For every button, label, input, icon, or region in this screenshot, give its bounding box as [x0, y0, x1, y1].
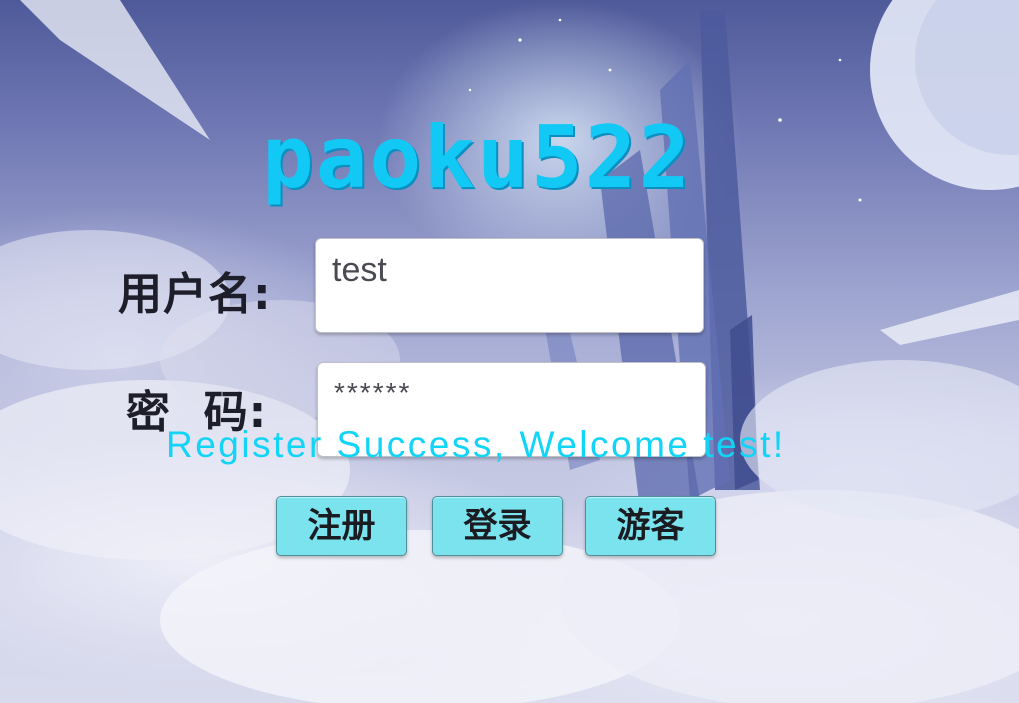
- username-input[interactable]: test: [315, 238, 704, 333]
- login-button[interactable]: 登录: [432, 496, 563, 556]
- username-label: 用户名:: [118, 269, 272, 320]
- register-button[interactable]: 注册: [276, 496, 407, 556]
- background-scene: [0, 0, 1019, 703]
- app-title: paoku522: [262, 108, 693, 208]
- login-screen: paoku522 用户名: test 密 码: ****** Register …: [0, 0, 1019, 703]
- status-message: Register Success, Welcome test!: [166, 424, 786, 465]
- guest-button[interactable]: 游客: [585, 496, 716, 556]
